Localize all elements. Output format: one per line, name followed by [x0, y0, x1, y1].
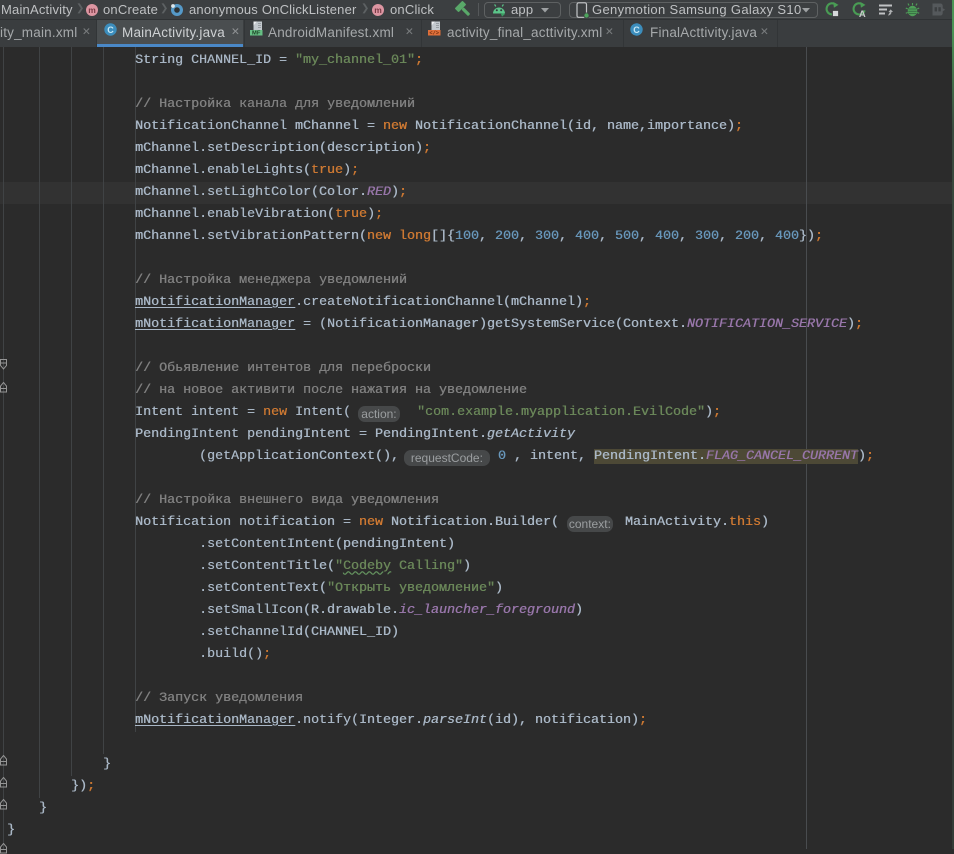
- svg-text:A: A: [859, 9, 866, 17]
- svg-text:m: m: [374, 5, 382, 15]
- svg-text:m: m: [88, 5, 96, 15]
- svg-text:MF: MF: [252, 31, 261, 36]
- svg-text:C: C: [633, 25, 640, 35]
- svg-text:</>: </>: [429, 30, 439, 36]
- svg-text:C: C: [107, 25, 114, 35]
